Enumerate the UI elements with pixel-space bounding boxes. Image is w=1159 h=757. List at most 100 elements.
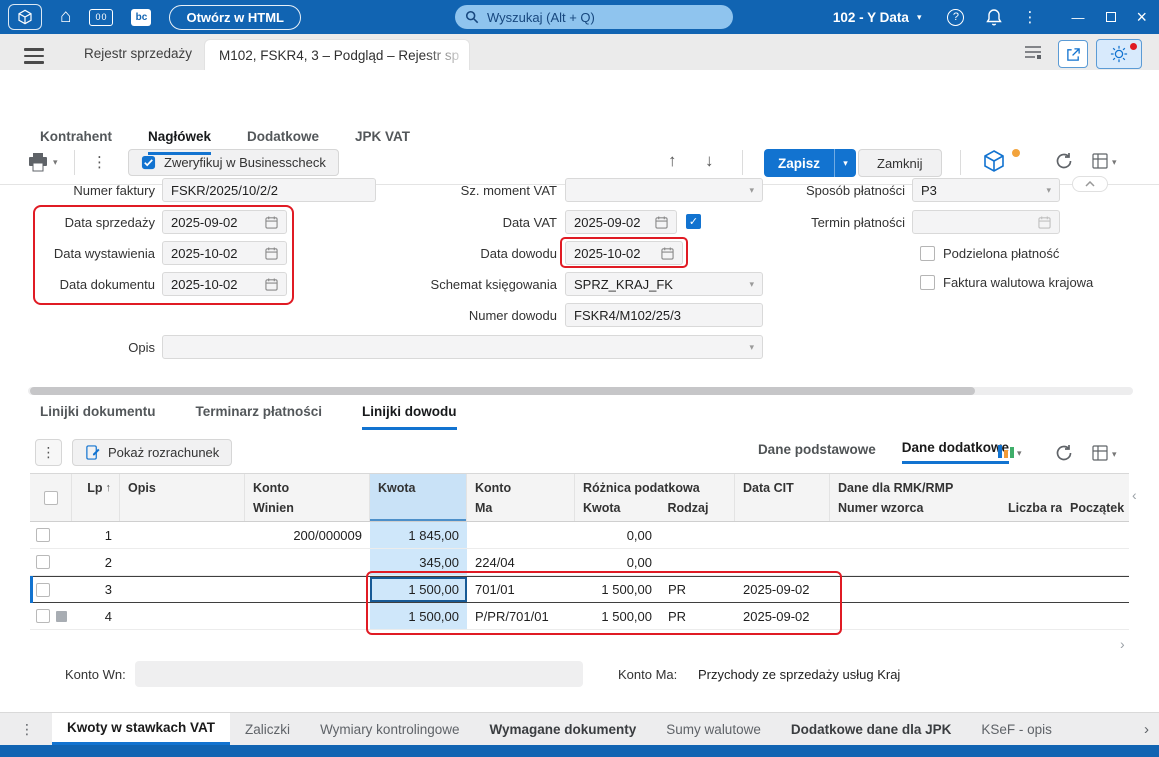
numer-dowodu-field[interactable]: FSKR4/M102/25/3	[565, 303, 763, 327]
faktura-walutowa-checkbox-row[interactable]: Faktura walutowa krajowa	[920, 275, 1093, 290]
close-document-button[interactable]: Zamknij	[858, 149, 942, 177]
calendar-icon[interactable]	[1038, 215, 1051, 229]
schemat-ksiegowania-field[interactable]: SPRZ_KRAJ_FK ▾	[565, 272, 763, 296]
sposob-platnosci-field[interactable]: P3 ▾	[912, 178, 1060, 202]
select-all-checkbox[interactable]	[43, 490, 58, 505]
header-opis[interactable]: Opis	[120, 474, 245, 521]
chevron-down-icon[interactable]: ▾	[749, 279, 754, 290]
collapse-panel-button[interactable]	[1072, 176, 1108, 192]
columns-scroll-left-icon[interactable]: ‹	[1132, 487, 1137, 503]
tab-dane-dodatkowe[interactable]: Dane dodatkowe	[901, 440, 1009, 464]
data-dokumentu-field[interactable]: 2025-10-02	[162, 272, 287, 296]
grid-settings-caret-icon[interactable]: ▾	[1112, 157, 1117, 168]
kwota-cell[interactable]: 1 500,00	[370, 603, 467, 629]
close-icon[interactable]: ×	[1136, 7, 1147, 28]
tab-wymagane-dokumenty[interactable]: Wymagane dokumenty	[475, 713, 652, 745]
panel-list-icon[interactable]	[1024, 45, 1042, 59]
help-icon[interactable]: ?	[947, 8, 965, 26]
calendar-icon[interactable]	[661, 246, 674, 260]
hamburger-menu-icon[interactable]	[24, 44, 44, 68]
grid-columns-caret-icon[interactable]: ▾	[1112, 449, 1117, 460]
chevron-down-icon[interactable]: ▾	[749, 342, 754, 353]
chart-view-icon[interactable]	[998, 444, 1014, 458]
header-kwota[interactable]: Kwota	[370, 474, 467, 521]
theme-button[interactable]	[1096, 39, 1142, 69]
tab-dodatkowe[interactable]: Dodatkowe	[247, 129, 319, 155]
bottom-kebab-icon[interactable]: ⋮	[0, 713, 52, 745]
kwota-cell[interactable]: 1 845,00	[370, 522, 467, 548]
table-row[interactable]: 1 200/000009 1 845,00 0,00	[30, 522, 1129, 549]
tab-naglowek[interactable]: Nagłówek	[148, 129, 212, 155]
tab-jpk-vat[interactable]: JPK VAT	[355, 129, 410, 155]
row-checkbox[interactable]	[36, 609, 50, 623]
horizontal-scrollbar-thumb[interactable]	[30, 387, 975, 395]
header-rmk-rmp[interactable]: Dane dla RMK/RMP Numer wzorca Liczba rat…	[830, 474, 1129, 521]
faktura-walutowa-checkbox[interactable]	[920, 275, 935, 290]
refresh-icon[interactable]	[1055, 152, 1073, 170]
chevron-down-icon[interactable]: ▾	[749, 185, 754, 196]
cube-3d-button[interactable]	[982, 149, 1006, 173]
numer-faktury-field[interactable]: FSKR/2025/10/2/2	[162, 178, 376, 202]
grid-settings-icon[interactable]	[1092, 153, 1108, 169]
maximize-icon[interactable]	[1106, 12, 1117, 22]
tab-dodatkowe-dane-jpk[interactable]: Dodatkowe dane dla JPK	[776, 713, 967, 745]
header-data-cit[interactable]: Data CIT	[735, 474, 830, 521]
open-in-html-button[interactable]: Otwórz w HTML	[169, 4, 301, 30]
data-vat-field[interactable]: 2025-09-02	[565, 210, 677, 234]
row-checkbox[interactable]	[36, 582, 50, 597]
kwota-cell-focused[interactable]: 1 500,00	[370, 577, 467, 602]
table-row-selected[interactable]: 3 1 500,00 701/01 1 500,00 PR 2025-09-02	[30, 576, 1129, 603]
print-button[interactable]	[28, 153, 48, 172]
calendar-icon[interactable]	[655, 215, 668, 229]
app-logo-icon[interactable]	[8, 4, 42, 30]
tab-sumy-walutowe[interactable]: Sumy walutowe	[651, 713, 776, 745]
header-lp[interactable]: Lp ↑	[72, 474, 120, 521]
podzielona-platnosc-checkbox-row[interactable]: Podzielona płatność	[920, 246, 1059, 261]
tab-zaliczki[interactable]: Zaliczki	[230, 713, 305, 745]
save-caret-icon[interactable]: ▾	[834, 149, 856, 177]
share-button[interactable]	[1058, 40, 1088, 68]
minimize-icon[interactable]: —	[1071, 10, 1084, 25]
data-vat-checkbox[interactable]: ✓	[686, 214, 701, 229]
sz-moment-vat-field[interactable]: ▾	[565, 178, 763, 202]
global-search-input[interactable]: Wyszukaj (Alt + Q)	[455, 5, 733, 29]
grid-columns-settings-icon[interactable]	[1092, 445, 1108, 461]
termin-platnosci-field[interactable]	[912, 210, 1060, 234]
table-row[interactable]: 2 345,00 224/04 0,00	[30, 549, 1129, 576]
chart-view-caret-icon[interactable]: ▾	[1017, 448, 1022, 459]
calculator-icon[interactable]: 00	[89, 8, 114, 26]
opis-field[interactable]: ▾	[162, 335, 763, 359]
grid-refresh-icon[interactable]	[1055, 444, 1073, 462]
chevron-down-icon[interactable]: ▾	[1046, 185, 1051, 196]
home-icon[interactable]: ⌂	[60, 6, 71, 28]
save-button[interactable]: Zapisz ▾	[764, 149, 857, 177]
konto-wn-field[interactable]	[135, 661, 583, 687]
tab-kontrahent[interactable]: Kontrahent	[40, 129, 112, 155]
columns-scroll-right-icon[interactable]: ›	[1120, 636, 1125, 652]
data-wystawienia-field[interactable]: 2025-10-02	[162, 241, 287, 265]
header-konto-winien[interactable]: Konto Winien	[245, 474, 370, 521]
chevron-down-icon[interactable]: ▾	[917, 12, 922, 23]
businesscheck-icon[interactable]: bc	[131, 8, 152, 26]
header-konto-ma[interactable]: Konto Ma	[467, 474, 575, 521]
bottom-tabs-scroll-right-icon[interactable]: ›	[1144, 721, 1149, 738]
row-checkbox[interactable]	[36, 528, 50, 542]
grid-kebab-button[interactable]: ⋮	[35, 439, 62, 466]
data-sprzedazy-field[interactable]: 2025-09-02	[162, 210, 287, 234]
row-checkbox[interactable]	[36, 555, 50, 569]
tab-wymiary-kontrolingowe[interactable]: Wymiary kontrolingowe	[305, 713, 474, 745]
calendar-icon[interactable]	[265, 246, 278, 260]
tab-rejestr-sprzedazy[interactable]: Rejestr sprzedaży	[84, 41, 192, 65]
tab-terminarz-platnosci[interactable]: Terminarz płatności	[196, 404, 323, 430]
notifications-bell-icon[interactable]	[986, 8, 1003, 26]
move-down-icon[interactable]: ↓	[705, 151, 714, 171]
tab-dane-podstawowe[interactable]: Dane podstawowe	[758, 442, 876, 463]
company-selector[interactable]: 102 - Y Data	[833, 10, 909, 25]
header-roznica-podatkowa[interactable]: Różnica podatkowa Kwota Rodzaj	[575, 474, 735, 521]
calendar-icon[interactable]	[265, 277, 278, 291]
calendar-icon[interactable]	[265, 215, 278, 229]
kwota-cell[interactable]: 345,00	[370, 549, 467, 575]
tab-linijki-dowodu[interactable]: Linijki dowodu	[362, 404, 457, 430]
podzielona-platnosc-checkbox[interactable]	[920, 246, 935, 261]
move-up-icon[interactable]: ↑	[668, 151, 677, 171]
